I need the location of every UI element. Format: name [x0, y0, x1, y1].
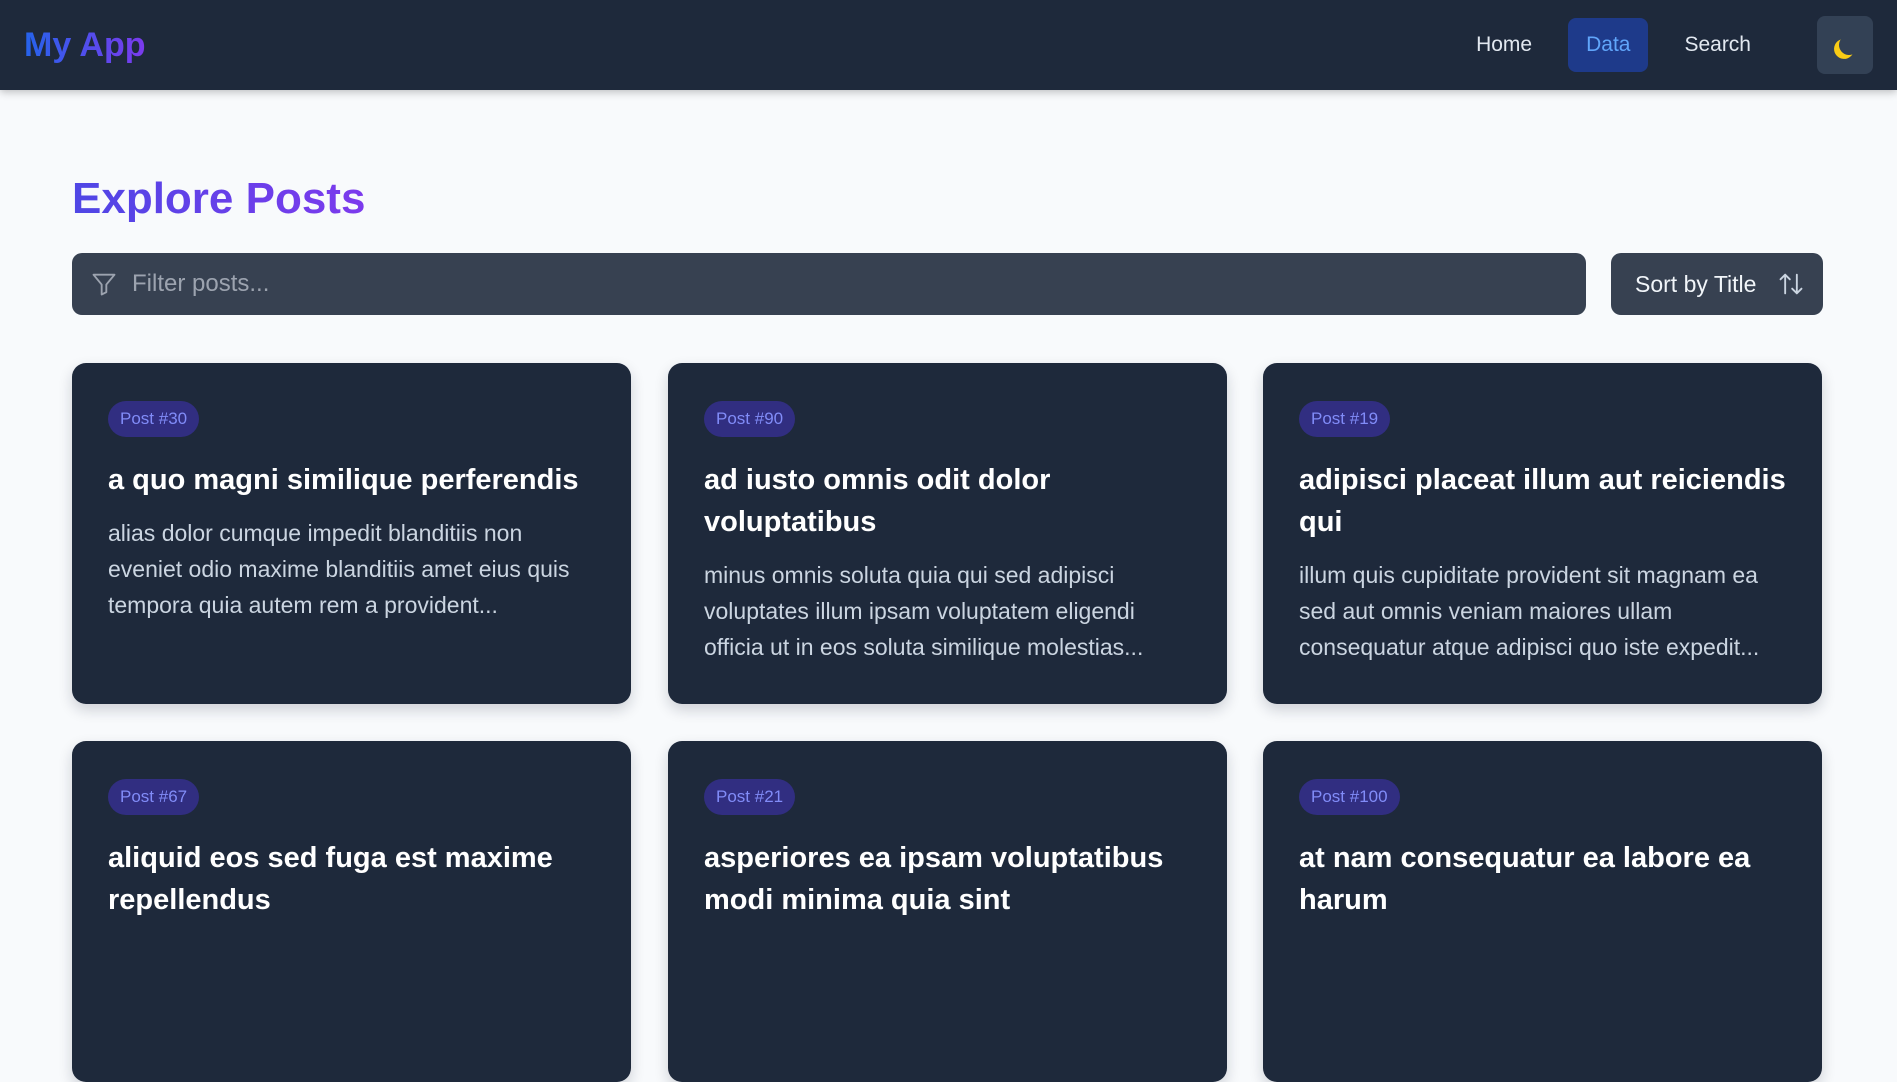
post-excerpt: alias dolor cumque impedit blanditiis no… [108, 520, 570, 618]
post-badge: Post #67 [108, 779, 200, 815]
post-title: aliquid eos sed fuga est maxime repellen… [108, 842, 553, 916]
post-excerpt: illum quis cupiditate provident sit magn… [1299, 562, 1760, 660]
sort-button[interactable]: Sort by Title [1611, 253, 1823, 315]
post-card[interactable]: Post #100 at nam consequatur ea labore e… [1263, 741, 1822, 1082]
post-card[interactable]: Post #30 a quo magni similique perferend… [72, 363, 631, 704]
nav-link-search[interactable]: Search [1666, 18, 1769, 72]
post-card[interactable]: Post #90 ad iusto omnis odit dolor volup… [668, 363, 1227, 704]
post-badge: Post #30 [108, 401, 200, 437]
post-card[interactable]: Post #67 aliquid eos sed fuga est maxime… [72, 741, 631, 1082]
page-title: Explore Posts [72, 174, 366, 223]
post-card[interactable]: Post #19 adipisci placeat illum aut reic… [1263, 363, 1822, 704]
post-badge: Post #90 [704, 401, 796, 437]
post-badge: Post #21 [704, 779, 796, 815]
nav-links: Home Data Search [1440, 16, 1873, 74]
post-title: asperiores ea ipsam voluptatibus modi mi… [704, 842, 1164, 916]
moon-icon [1836, 32, 1862, 58]
post-title: ad iusto omnis odit dolor voluptatibus [704, 464, 1051, 538]
post-badge: Post #19 [1299, 401, 1391, 437]
nav-link-data[interactable]: Data [1568, 18, 1649, 72]
sort-label: Sort by Title [1635, 270, 1757, 297]
app-logo[interactable]: My App [24, 26, 146, 65]
sort-arrows-icon [1779, 273, 1803, 295]
theme-toggle-button[interactable] [1817, 16, 1873, 74]
filter-input[interactable] [132, 270, 1532, 298]
post-title: adipisci placeat illum aut reiciendis qu… [1299, 464, 1786, 538]
filter-icon [92, 273, 116, 296]
nav-link-home[interactable]: Home [1458, 18, 1550, 72]
post-title: a quo magni similique perferendis [108, 464, 579, 496]
post-badge: Post #100 [1299, 779, 1400, 815]
post-excerpt: minus omnis soluta quia qui sed adipisci… [704, 562, 1144, 660]
filter-bar[interactable] [72, 253, 1586, 315]
top-navbar: My App Home Data Search [0, 0, 1897, 90]
post-card[interactable]: Post #21 asperiores ea ipsam voluptatibu… [668, 741, 1227, 1082]
post-title: at nam consequatur ea labore ea harum [1299, 842, 1751, 916]
